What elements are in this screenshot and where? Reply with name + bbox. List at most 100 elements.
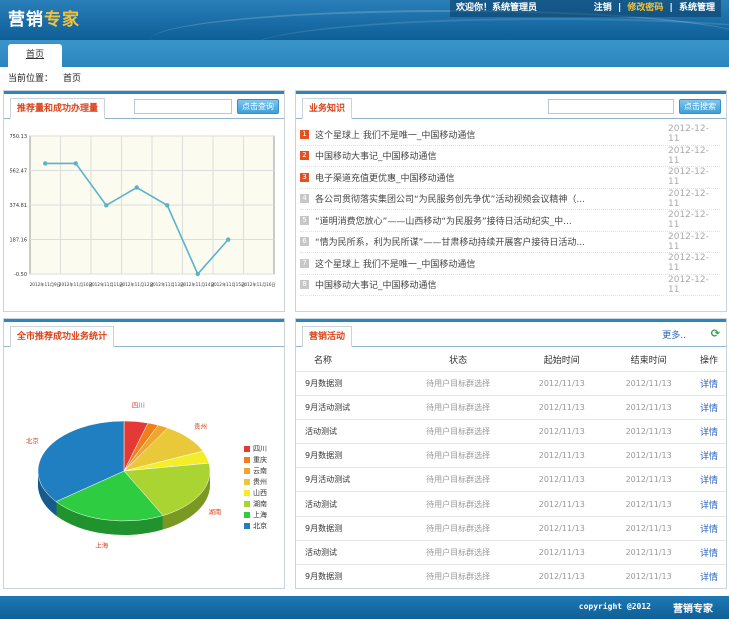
data-point bbox=[165, 203, 170, 208]
system-admin-link[interactable]: 系统管理 bbox=[679, 3, 715, 13]
x-tick-label: 2012年11月15日 bbox=[211, 281, 245, 288]
legend-swatch bbox=[244, 511, 250, 518]
legend-label: 云南 bbox=[253, 466, 267, 475]
breadcrumb-label: 当前位置： bbox=[8, 74, 54, 84]
activity-status: 待用户目标群选择 bbox=[397, 418, 519, 444]
news-title-link[interactable]: 电子渠道充值更优惠_中国移动通信 bbox=[315, 171, 668, 184]
slice-label: 湖南 bbox=[208, 507, 222, 516]
x-tick-label: 2012年11月10日 bbox=[59, 281, 93, 288]
list-item[interactable]: 4 各公司贯彻落实集团公司“为民服务创先争优”活动视频会议精神（... 2012-1… bbox=[300, 188, 720, 210]
legend-label: 北京 bbox=[253, 521, 267, 530]
recommend-search-input[interactable] bbox=[134, 99, 232, 114]
rank-badge: 5 bbox=[300, 215, 309, 225]
list-item[interactable]: 7 这个星球上 我们不是唯一_中国移动通信 2012-12-11 bbox=[300, 253, 720, 275]
legend-item: 山西 bbox=[244, 487, 267, 498]
table-row: 9月数据测 待用户目标群选择 2012/11/13 2012/11/13 详情 bbox=[296, 443, 726, 468]
news-title-link[interactable]: 中国移动大事记_中国移动通信 bbox=[315, 149, 668, 162]
legend-swatch bbox=[244, 445, 250, 452]
table-row: 活动测试 待用户目标群选择 2012/11/13 2012/11/13 详情 bbox=[296, 539, 726, 565]
slice-label: 上海 bbox=[95, 540, 109, 549]
legend-label: 四川 bbox=[253, 444, 267, 453]
activity-status: 待用户目标群选择 bbox=[397, 515, 519, 541]
list-item[interactable]: 2 中国移动大事记_中国移动通信 2012-12-11 bbox=[300, 146, 720, 167]
activity-end: 2012/11/13 bbox=[605, 563, 693, 589]
details-link[interactable]: 详情 bbox=[692, 370, 726, 396]
details-link[interactable]: 详情 bbox=[692, 563, 726, 589]
activity-start: 2012/11/13 bbox=[518, 467, 606, 492]
tab-home[interactable]: 首页 bbox=[8, 44, 62, 67]
details-link[interactable]: 详情 bbox=[692, 443, 726, 468]
header: 营销专家 欢迎你！系统管理员 注销 | 修改密码 | 系统管理 bbox=[0, 0, 729, 40]
y-tick-label: 374.81 bbox=[10, 203, 28, 209]
table-row: 9月活动测试 待用户目标群选择 2012/11/13 2012/11/13 详情 bbox=[296, 467, 726, 492]
news-title-link[interactable]: 这个星球上 我们不是唯一_中国移动通信 bbox=[315, 257, 668, 270]
news-title-link[interactable]: 这个星球上 我们不是唯一_中国移动通信 bbox=[315, 128, 668, 141]
x-tick-label: 2012年11月11日 bbox=[89, 281, 123, 288]
rank-badge: 3 bbox=[300, 172, 309, 182]
knowledge-search-button[interactable]: 点击搜索 bbox=[679, 99, 721, 114]
more-link[interactable]: 更多.. bbox=[662, 328, 686, 341]
column-header: 起始时间 bbox=[543, 356, 580, 367]
news-date: 2012-12-11 bbox=[668, 188, 709, 209]
details-link[interactable]: 详情 bbox=[692, 394, 726, 420]
activity-status: 待用户目标群选择 bbox=[397, 563, 519, 589]
x-tick-label: 2012年11月14日 bbox=[181, 281, 215, 288]
activity-status: 待用户目标群选择 bbox=[397, 491, 519, 517]
data-point bbox=[134, 185, 139, 190]
knowledge-search-input[interactable] bbox=[548, 99, 674, 114]
legend-label: 贵州 bbox=[253, 477, 267, 486]
details-link[interactable]: 详情 bbox=[692, 491, 726, 517]
activity-start: 2012/11/13 bbox=[518, 563, 606, 589]
list-item[interactable]: 3 电子渠道充值更优惠_中国移动通信 2012-12-11 bbox=[300, 167, 720, 189]
news-title-link[interactable]: “情为民所系，利为民所谋”——甘肃移动持续开展客户接待日活动... bbox=[315, 235, 668, 248]
column-header: 操作 bbox=[700, 356, 719, 367]
x-tick-label: 2012年11月16日 bbox=[242, 281, 276, 288]
activity-status: 待用户目标群选择 bbox=[397, 370, 519, 396]
panel-title: 营销活动 bbox=[302, 326, 353, 347]
activity-name: 9月数据测 bbox=[296, 370, 398, 396]
activity-start: 2012/11/13 bbox=[518, 443, 606, 468]
activity-name: 9月活动测试 bbox=[296, 467, 398, 492]
details-link[interactable]: 详情 bbox=[692, 418, 726, 444]
legend-label: 重庆 bbox=[253, 455, 267, 464]
details-link[interactable]: 详情 bbox=[692, 467, 726, 492]
legend-item: 北京 bbox=[244, 520, 267, 531]
list-item[interactable]: 8 中国移动大事记_中国移动通信 2012-12-11 bbox=[300, 275, 720, 296]
pie-legend: 四川 重庆 云南 贵州 山西 湖南 上海 北京 bbox=[244, 443, 267, 531]
recommend-search-button[interactable]: 点击查询 bbox=[237, 99, 279, 114]
refresh-icon[interactable]: ⟳ bbox=[711, 327, 720, 340]
user-links: 注销 | 修改密码 | 系统管理 bbox=[591, 0, 715, 17]
list-item[interactable]: 6 “情为民所系，利为民所谋”——甘肃移动持续开展客户接待日活动... 2012-1… bbox=[300, 232, 720, 253]
panel-header: 营销活动 更多.. ⟳ bbox=[296, 319, 726, 347]
rank-badge: 1 bbox=[300, 129, 309, 139]
activity-start: 2012/11/13 bbox=[518, 539, 606, 565]
news-title-link[interactable]: 各公司贯彻落实集团公司“为民服务创先争优”活动视频会议精神（... bbox=[315, 192, 668, 205]
news-title-link[interactable]: 中国移动大事记_中国移动通信 bbox=[315, 278, 668, 291]
legend-item: 贵州 bbox=[244, 476, 267, 487]
column-header: 结束时间 bbox=[630, 356, 667, 367]
activity-name: 活动测试 bbox=[296, 539, 398, 565]
y-tick-label: 750.13 bbox=[10, 134, 28, 140]
activity-end: 2012/11/13 bbox=[605, 370, 693, 396]
table-body: 9月数据测 待用户目标群选择 2012/11/13 2012/11/13 详情 9月活动测… bbox=[296, 370, 726, 589]
activity-start: 2012/11/13 bbox=[518, 515, 606, 541]
logout-link[interactable]: 注销 bbox=[594, 3, 612, 13]
change-password-link[interactable]: 修改密码 bbox=[627, 3, 663, 13]
separator: | bbox=[617, 3, 622, 13]
data-point bbox=[73, 161, 78, 166]
news-title-link[interactable]: “道明消费您放心”——山西移动“为民服务”接待日活动纪实_中... bbox=[315, 214, 668, 227]
user-bar: 欢迎你！系统管理员 注销 | 修改密码 | 系统管理 bbox=[450, 0, 721, 17]
activity-status: 待用户目标群选择 bbox=[397, 467, 519, 492]
table-row: 活动测试 待用户目标群选择 2012/11/13 2012/11/13 详情 bbox=[296, 491, 726, 517]
activity-start: 2012/11/13 bbox=[518, 491, 606, 517]
list-item[interactable]: 5 “道明消费您放心”——山西移动“为民服务”接待日活动纪实_中... 2012-1… bbox=[300, 210, 720, 232]
list-item[interactable]: 1 这个星球上 我们不是唯一_中国移动通信 2012-12-11 bbox=[300, 124, 720, 146]
details-link[interactable]: 详情 bbox=[692, 539, 726, 565]
details-link[interactable]: 详情 bbox=[692, 515, 726, 541]
welcome-text: 欢迎你！系统管理员 bbox=[456, 3, 538, 13]
legend-label: 上海 bbox=[253, 510, 267, 519]
data-point bbox=[43, 161, 48, 166]
legend-label: 山西 bbox=[253, 488, 267, 497]
y-tick-label: 562.47 bbox=[10, 169, 28, 175]
activity-end: 2012/11/13 bbox=[605, 443, 693, 468]
